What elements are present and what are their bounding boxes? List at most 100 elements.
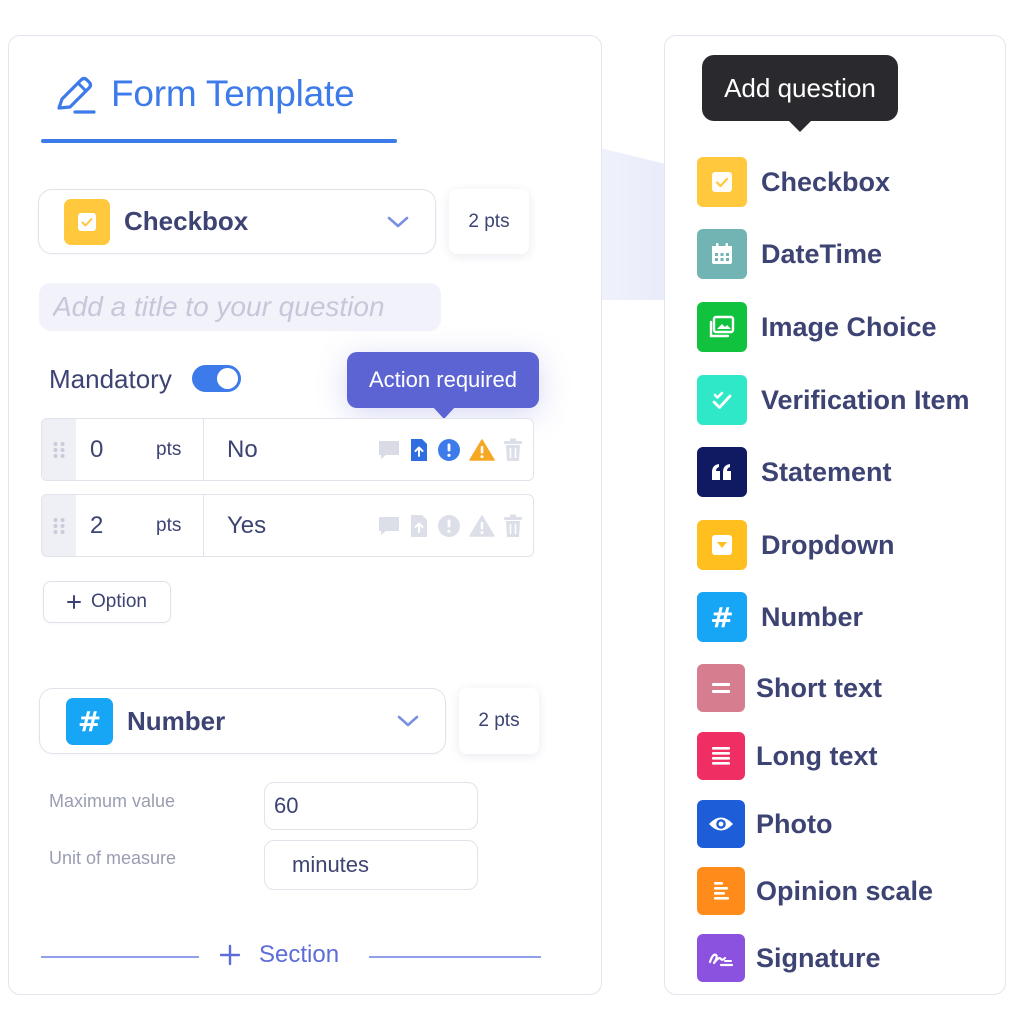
question-type-checkbox[interactable]: Checkbox	[697, 157, 890, 207]
add-option-label: Option	[91, 591, 147, 612]
question-type-dropdown[interactable]: Dropdown	[697, 520, 894, 570]
warning-triangle-icon[interactable]	[469, 438, 495, 462]
question-type-long-text[interactable]: Long text	[697, 732, 878, 780]
question-type-label: Number	[761, 601, 864, 632]
alert-circle-icon[interactable]	[437, 514, 461, 538]
option-points-cell[interactable]: 2 pts	[76, 495, 204, 556]
option-points-unit: pts	[156, 438, 182, 460]
trash-icon[interactable]	[503, 514, 523, 538]
long-text-type-tile	[697, 732, 745, 780]
question-type-statement[interactable]: Statement	[697, 447, 892, 497]
checkbox-type-tile	[697, 157, 747, 207]
option-actions	[377, 438, 523, 462]
hash-icon: #	[710, 600, 734, 634]
drag-handle-icon[interactable]	[42, 495, 76, 556]
signature-icon	[708, 953, 734, 967]
short-text-type-tile	[697, 664, 745, 712]
add-section-row: Section	[41, 941, 541, 971]
chevron-down-icon	[387, 216, 409, 227]
double-check-icon	[712, 391, 732, 409]
question-type-label: Dropdown	[761, 529, 895, 560]
add-question-tooltip: Add question	[702, 55, 898, 132]
checkbox-icon	[712, 172, 732, 192]
question-type-image-choice[interactable]: Image Choice	[697, 302, 937, 352]
scale-icon	[714, 882, 729, 900]
plus-icon	[219, 944, 241, 966]
checkbox-icon	[78, 212, 96, 231]
form-title-underline	[41, 139, 397, 143]
question-type-label: Long text	[756, 740, 878, 771]
image-choice-type-tile	[697, 302, 747, 352]
question-type-label: Verification Item	[761, 384, 970, 415]
long-text-icon	[712, 747, 730, 765]
question-type-label: Signature	[756, 942, 881, 973]
comment-icon[interactable]	[377, 439, 401, 461]
question-type-select-number[interactable]: # Number	[39, 688, 446, 754]
comment-icon[interactable]	[377, 515, 401, 537]
dropdown-type-tile	[697, 520, 747, 570]
toggle-knob	[217, 368, 238, 389]
divider-line	[41, 956, 199, 958]
unit-of-measure-input[interactable]: minutes	[264, 840, 478, 890]
option-points-value: 2	[90, 511, 104, 539]
question-types-panel: Add question Checkbox DateTime Image Cho…	[664, 35, 1006, 995]
option-answer-text[interactable]: No	[227, 436, 258, 464]
question-type-short-text[interactable]: Short text	[697, 664, 882, 712]
opinion-scale-type-tile	[697, 867, 745, 915]
question-type-label: Short text	[756, 672, 883, 703]
chevron-down-icon	[397, 715, 419, 727]
number-type-tile: #	[66, 697, 113, 745]
file-upload-icon[interactable]	[409, 438, 429, 462]
question-points-badge[interactable]: 2 pts	[449, 189, 529, 254]
unit-of-measure-label: Unit of measure	[49, 848, 177, 868]
option-row: 0 pts No	[41, 418, 534, 481]
warning-triangle-icon[interactable]	[469, 514, 495, 538]
maximum-value-label: Maximum value	[49, 791, 176, 811]
maximum-value-input[interactable]: 60	[264, 782, 478, 830]
question-type-photo[interactable]: Photo	[697, 800, 832, 848]
action-required-tooltip: Action required	[347, 352, 539, 419]
option-answer-text[interactable]: Yes	[227, 512, 266, 540]
question-type-select-checkbox[interactable]: Checkbox	[38, 189, 436, 254]
question-title-input[interactable]	[39, 283, 441, 331]
plus-icon	[67, 595, 81, 609]
verification-type-tile	[697, 375, 747, 425]
drag-handle-icon[interactable]	[42, 419, 76, 480]
question-type-label: Statement	[761, 456, 892, 487]
form-header: Form Template	[53, 72, 355, 116]
photo-type-tile	[697, 800, 745, 848]
signature-type-tile	[697, 934, 745, 982]
calendar-icon	[712, 243, 732, 264]
add-option-button[interactable]: Option	[43, 581, 171, 623]
statement-type-tile	[697, 447, 747, 497]
add-section-button[interactable]: Section	[219, 941, 339, 969]
question-type-label: Number	[127, 705, 226, 736]
trash-icon[interactable]	[503, 438, 523, 462]
divider-line	[369, 956, 541, 958]
question-type-opinion-scale[interactable]: Opinion scale	[697, 867, 933, 915]
question-type-label: DateTime	[761, 238, 883, 269]
question-type-label: Photo	[756, 808, 833, 839]
form-template-panel: Form Template Checkbox 2 pts Mandatory A…	[8, 35, 602, 995]
question-type-label: Opinion scale	[756, 875, 934, 906]
option-row: 2 pts Yes	[41, 494, 534, 557]
question-type-label: Checkbox	[124, 206, 249, 236]
alert-circle-icon[interactable]	[437, 438, 461, 462]
question-type-number[interactable]: # Number	[697, 592, 863, 642]
option-points-value: 0	[90, 435, 104, 463]
eye-icon	[709, 817, 733, 831]
image-icon	[709, 315, 735, 338]
option-points-unit: pts	[156, 514, 182, 536]
mandatory-label: Mandatory	[49, 364, 172, 394]
option-points-cell[interactable]: 0 pts	[76, 419, 204, 480]
question-type-verification-item[interactable]: Verification Item	[697, 375, 970, 425]
quote-icon	[712, 464, 731, 480]
short-text-icon	[712, 683, 730, 693]
mandatory-toggle[interactable]	[192, 365, 241, 392]
file-upload-icon[interactable]	[409, 514, 429, 538]
question-points-badge[interactable]: 2 pts	[459, 688, 539, 754]
pencil-icon	[57, 76, 96, 114]
datetime-type-tile	[697, 229, 747, 279]
question-type-signature[interactable]: Signature	[697, 934, 881, 982]
question-type-datetime[interactable]: DateTime	[697, 229, 882, 279]
